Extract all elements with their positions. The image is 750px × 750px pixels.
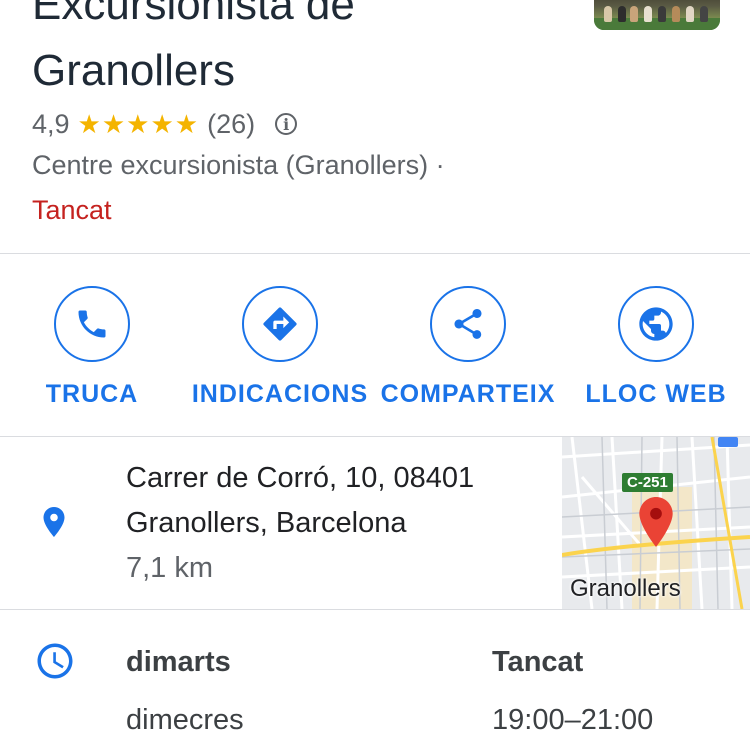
location-pin-icon [36,502,72,547]
place-category: Centre excursionista (Granollers) · [32,150,445,180]
place-title-line2: Granollers [32,46,235,95]
review-count[interactable]: (26) [207,109,255,140]
open-status: Tancat [32,195,112,225]
divider [0,253,750,254]
globe-icon [618,286,694,362]
directions-button-label: INDICACIONS [191,380,369,408]
clock-icon [34,640,76,687]
star-rating: ★★★★★ [77,108,200,139]
call-button[interactable]: TRUCA [46,286,137,409]
website-button[interactable]: LLOC WEB [585,286,727,409]
hours-day: dimecres [126,704,244,736]
map-city-label: Granollers [570,575,681,602]
hours-value: 19:00–21:00 [492,704,654,736]
distance: 7,1 km [126,552,214,584]
place-photo-thumbnail[interactable] [594,0,720,30]
share-button-label: COMPARTEIX [380,380,556,408]
address-line1: Carrer de Corró, 10, 08401 [126,462,475,494]
directions-button[interactable]: INDICACIONS [190,286,370,409]
place-title-line1: Excursionista de [32,0,355,29]
rating-row: 4,9 ★★★★★ (26) i [32,104,298,144]
hours-value-today: Tancat [492,646,584,678]
share-button[interactable]: COMPARTEIX [378,286,558,409]
address-line2: Granollers, Barcelona [126,507,407,539]
place-title: Excursionista de Granollers [32,0,572,104]
map-thumbnail[interactable]: C-251 Granollers [562,437,750,609]
call-button-label: TRUCA [45,380,139,408]
road-label: C-251 [622,473,673,492]
divider [0,609,750,610]
map-pin-icon [639,497,673,547]
rating-value: 4,9 [32,108,70,139]
info-icon[interactable]: i [275,113,298,135]
directions-icon [242,286,318,362]
website-button-label: LLOC WEB [585,380,727,408]
phone-icon [54,286,130,362]
hours-day-today: dimarts [126,646,231,678]
address-block[interactable]: Carrer de Corró, 10, 08401 Granollers, B… [126,456,474,591]
share-icon [430,286,506,362]
